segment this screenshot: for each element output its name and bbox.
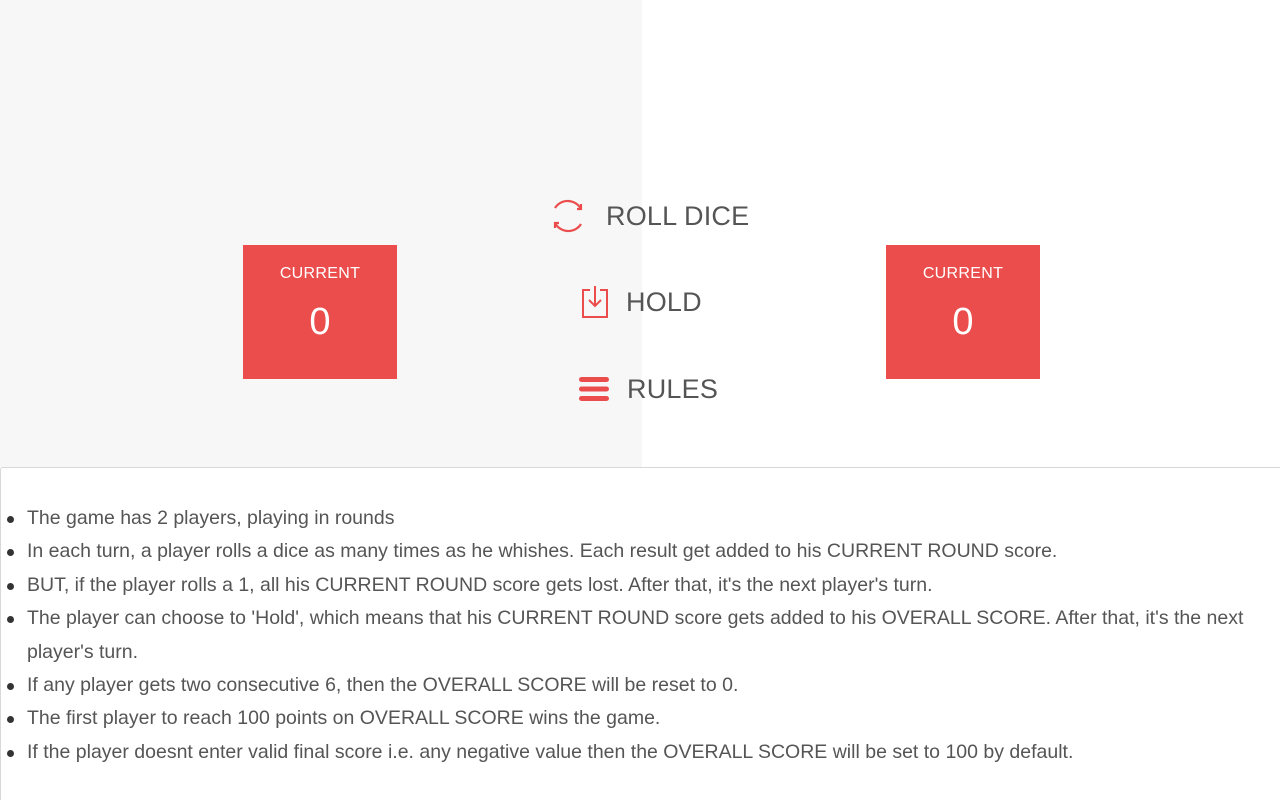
rule-item: The first player to reach 100 points on … [7, 702, 1257, 735]
bullet-icon [7, 516, 14, 523]
player-1-current-label: CURRENT [279, 265, 361, 282]
rule-item: If the player doesnt enter valid final s… [7, 736, 1257, 769]
player-1-total-score: 12 [0, 0, 642, 11]
rule-text: The first player to reach 100 points on … [27, 707, 661, 730]
rule-item: BUT, if the player rolls a 1, all his CU… [7, 569, 1257, 602]
hold-button[interactable]: HOLD [580, 284, 702, 320]
player-2-current-score: 0 [952, 301, 974, 343]
hold-label: HOLD [626, 286, 702, 317]
bullet-icon [7, 582, 14, 590]
game-board: 12 CURRENT 0 17 CURRENT 0 ROLL DICE [0, 0, 1280, 468]
rule-text: BUT, if the player rolls a 1, all his CU… [27, 573, 933, 596]
download-icon [580, 284, 610, 320]
bullet-icon [7, 749, 14, 757]
rule-item: The player can choose to 'Hold', which m… [7, 602, 1257, 669]
rule-text: The game has 2 players, playing in round… [27, 507, 395, 529]
refresh-icon [546, 194, 590, 238]
rule-item: In each turn, a player rolls a dice as m… [7, 535, 1257, 568]
bullet-icon [7, 616, 14, 624]
rule-text: If the player doesnt enter valid final s… [27, 740, 1074, 763]
player-2-current-box: CURRENT 0 [886, 245, 1040, 379]
roll-dice-button[interactable]: ROLL DICE [546, 194, 749, 238]
player-1-current-box: CURRENT 0 [243, 245, 397, 379]
rule-item: If any player gets two consecutive 6, th… [7, 669, 1257, 702]
rules-list: The game has 2 players, playing in round… [1, 468, 1280, 769]
player-1-current-score: 0 [309, 301, 331, 343]
rule-item: The game has 2 players, playing in round… [7, 502, 1257, 535]
roll-dice-label: ROLL DICE [606, 200, 750, 231]
bullet-icon [7, 549, 14, 557]
bullet-icon [7, 683, 14, 691]
player-2-current-label: CURRENT [922, 265, 1004, 282]
rule-text: If any player gets two consecutive 6, th… [27, 674, 739, 697]
rules-panel: The game has 2 players, playing in round… [0, 467, 1280, 800]
player-2-total-score: 17 [642, 0, 1280, 11]
rule-text: In each turn, a player rolls a dice as m… [27, 540, 1058, 563]
bullet-icon [7, 716, 14, 724]
rule-text: The player can choose to 'Hold', which m… [27, 607, 1244, 663]
menu-icon [577, 372, 611, 406]
rules-button[interactable]: RULES [577, 372, 718, 406]
rules-label: RULES [627, 373, 719, 404]
